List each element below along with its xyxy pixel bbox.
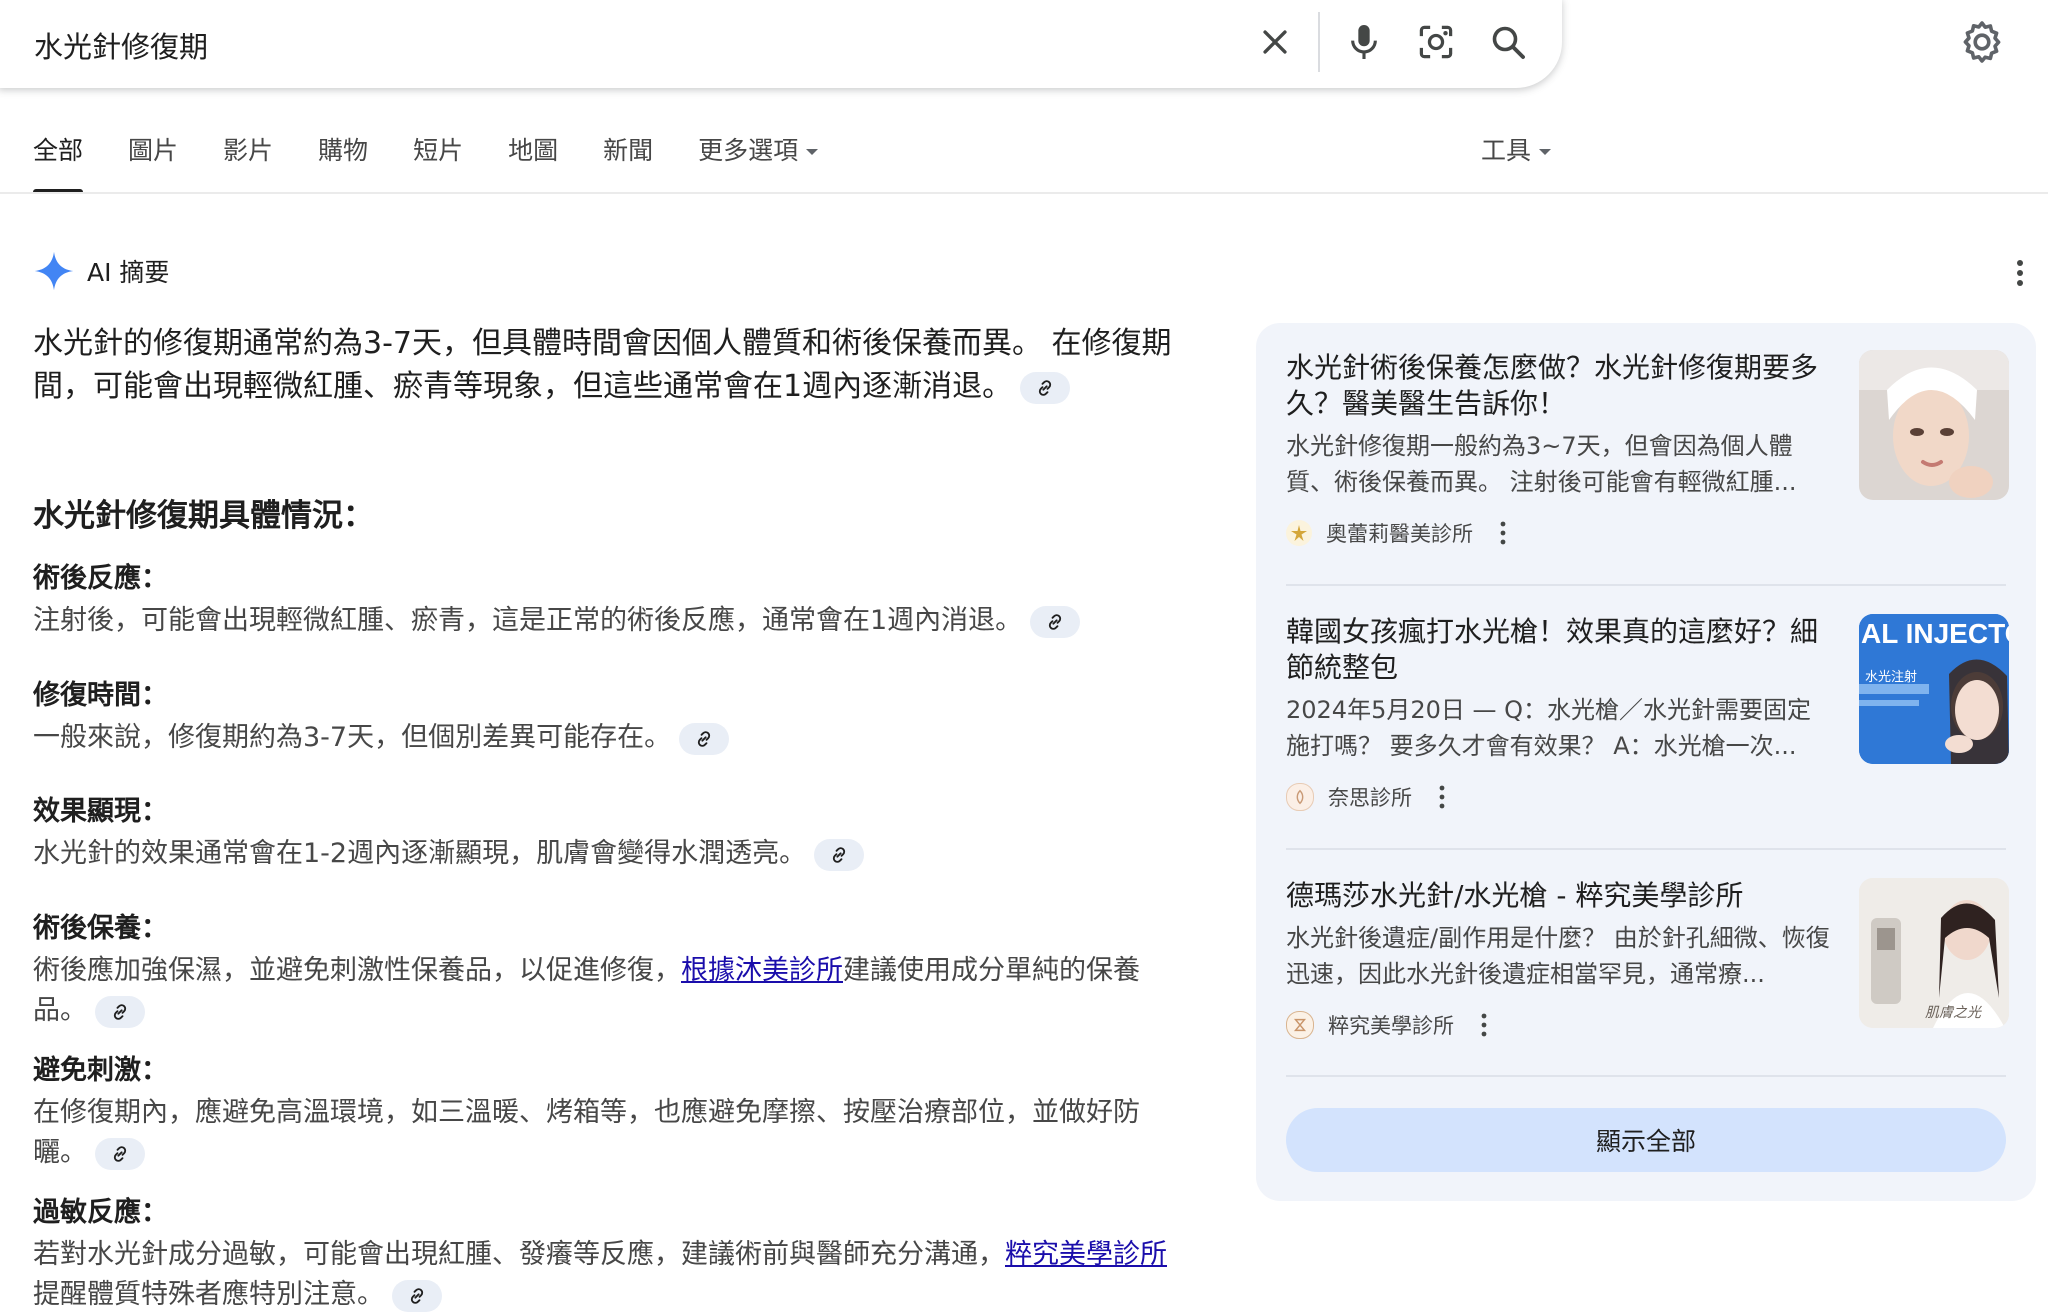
section-title: 效果顯現： bbox=[33, 796, 168, 827]
tools-label: 工具 bbox=[1481, 136, 1532, 165]
site-name: 奈思診所 bbox=[1328, 786, 1412, 810]
more-options-icon[interactable] bbox=[2010, 258, 2030, 288]
tools-button[interactable]: 工具 bbox=[1481, 134, 1552, 168]
section-body: 在修復期內，應避免高溫環境，如三溫暖、烤箱等，也應避免摩擦、按壓治療部位，並做好… bbox=[33, 1093, 1193, 1173]
caret-down-icon bbox=[1539, 149, 1552, 155]
card-divider bbox=[1286, 848, 2006, 850]
link-icon[interactable] bbox=[392, 1279, 442, 1312]
site-name: 奧蕾莉醫美診所 bbox=[1326, 522, 1473, 546]
source-link[interactable]: 粹究美學診所 bbox=[1005, 1239, 1167, 1270]
tab-images[interactable]: 圖片 bbox=[128, 134, 178, 194]
link-icon[interactable] bbox=[95, 1137, 145, 1170]
camera-lens-icon[interactable] bbox=[1412, 18, 1460, 66]
section-body: 注射後，可能會出現輕微紅腫、瘀青，這是正常的術後反應，通常會在1週內消退。 bbox=[33, 601, 1193, 641]
tab-all[interactable]: 全部 bbox=[33, 134, 84, 194]
section-title: 過敏反應： bbox=[33, 1197, 168, 1228]
card-divider bbox=[1286, 1075, 2006, 1077]
tab-shorts[interactable]: 短片 bbox=[413, 134, 463, 194]
sparkle-icon bbox=[34, 251, 74, 291]
more-options-icon[interactable] bbox=[1499, 520, 1507, 546]
section-body: 術後應加強保濕，並避免刺激性保養品，以促進修復，根據沐美診所建議使用成分單純的保… bbox=[33, 951, 1193, 1031]
search-icon[interactable] bbox=[1484, 18, 1532, 66]
microphone-icon[interactable] bbox=[1340, 18, 1388, 66]
more-options-icon[interactable] bbox=[1480, 1012, 1488, 1038]
source-title[interactable]: 德瑪莎水光針/水光槍 - 粹究美學診所 bbox=[1286, 878, 1826, 914]
search-bar-divider bbox=[1318, 12, 1320, 72]
source-meta: 粹究美學診所 bbox=[1286, 1010, 1488, 1040]
ai-section-heading: 水光針修復期具體情況： bbox=[33, 498, 374, 534]
search-bar: 水光針修復期 bbox=[0, 0, 1562, 88]
source-snippet: 2024年5月20日 — Q：水光槍／水光針需要固定施打嗎？ 要多久才會有效果？… bbox=[1286, 696, 1812, 760]
section-text: 術後應加強保濕，並避免刺激性保養品，以促進修復， bbox=[33, 955, 681, 986]
ai-overview-header: AI 摘要 bbox=[33, 250, 169, 292]
tab-videos[interactable]: 影片 bbox=[223, 134, 273, 194]
source-card[interactable]: 德瑪莎水光針/水光槍 - 粹究美學診所 水光針後遺症/副作用是什麼？ 由於針孔細… bbox=[1286, 878, 2009, 1078]
tabs-divider bbox=[0, 192, 2048, 194]
tab-news[interactable]: 新聞 bbox=[603, 134, 653, 194]
tab-more-label: 更多選項 bbox=[698, 136, 799, 165]
section-title: 避免刺激： bbox=[33, 1055, 168, 1086]
source-snippet: 水光針後遺症/副作用是什麼？ 由於針孔細微、恢復迅速，因此水光針後遺症相當罕見，… bbox=[1286, 924, 1830, 988]
source-card[interactable]: 韓國女孩瘋打水光槍！效果真的這麼好？細節統整包 2024年5月20日 — Q：水… bbox=[1286, 614, 2009, 814]
site-logo bbox=[1286, 783, 1314, 811]
card-divider bbox=[1286, 584, 2006, 586]
link-icon[interactable] bbox=[95, 995, 145, 1028]
section-body: 水光針的效果通常會在1-2週內逐漸顯現，肌膚會變得水潤透亮。 bbox=[33, 834, 1193, 874]
source-meta: 奧蕾莉醫美診所 bbox=[1286, 518, 1507, 548]
link-icon[interactable] bbox=[1030, 605, 1081, 638]
source-thumbnail[interactable] bbox=[1859, 350, 2009, 500]
source-card[interactable]: 水光針術後保養怎麼做？水光針修復期要多久？醫美醫生告訴你！ 水光針修復期一般約為… bbox=[1286, 350, 2009, 550]
ai-overview-lead: 水光針的修復期通常約為3-7天，但具體時間會因個人體質和術後保養而異。 在修復期… bbox=[33, 322, 1193, 408]
section-text: 水光針的效果通常會在1-2週內逐漸顯現，肌膚會變得水潤透亮。 bbox=[33, 838, 807, 869]
show-all-button[interactable]: 顯示全部 bbox=[1286, 1108, 2006, 1172]
section-text: 若對水光針成分過敏，可能會出現紅腫、發癢等反應，建議術前與醫師充分溝通， bbox=[33, 1239, 1005, 1270]
close-icon[interactable] bbox=[1251, 18, 1299, 66]
search-tabs: 全部 圖片 影片 購物 短片 地圖 新聞 更多選項 bbox=[33, 134, 863, 194]
site-name: 粹究美學診所 bbox=[1328, 1014, 1454, 1038]
section-text: 注射後，可能會出現輕微紅腫、瘀青，這是正常的術後反應，通常會在1週內消退。 bbox=[33, 605, 1023, 636]
section-body: 若對水光針成分過敏，可能會出現紅腫、發癢等反應，建議術前與醫師充分溝通，粹究美學… bbox=[33, 1235, 1193, 1315]
site-logo bbox=[1286, 520, 1312, 546]
source-thumbnail[interactable]: 肌膚之光 bbox=[1859, 878, 2009, 1028]
ai-overview-title: AI 摘要 bbox=[87, 258, 170, 287]
section-text: 一般來說，修復期約為3-7天，但個別差異可能存在。 bbox=[33, 722, 672, 753]
source-thumbnail[interactable]: AL INJECTO 水光注射 bbox=[1859, 614, 2009, 764]
ai-lead-text: 水光針的修復期通常約為3-7天，但具體時間會因個人體質和術後保養而異。 在修復期… bbox=[33, 326, 1172, 404]
section-body: 一般來說，修復期約為3-7天，但個別差異可能存在。 bbox=[33, 718, 1193, 758]
search-input[interactable]: 水光針修復期 bbox=[34, 24, 208, 66]
source-title[interactable]: 水光針術後保養怎麼做？水光針修復期要多久？醫美醫生告訴你！ bbox=[1286, 350, 1826, 422]
site-logo bbox=[1286, 1011, 1314, 1039]
thumbnail-text: AL INJECTO bbox=[1861, 618, 2009, 649]
gear-icon[interactable] bbox=[1958, 18, 2006, 66]
link-icon[interactable] bbox=[1020, 371, 1071, 404]
link-icon[interactable] bbox=[814, 838, 865, 871]
section-title: 術後保養： bbox=[33, 913, 168, 944]
tab-shopping[interactable]: 購物 bbox=[318, 134, 368, 194]
source-meta: 奈思診所 bbox=[1286, 782, 1446, 812]
section-text: 提醒體質特殊者應特別注意。 bbox=[33, 1279, 384, 1310]
section-title: 術後反應： bbox=[33, 563, 168, 594]
link-icon[interactable] bbox=[679, 722, 730, 755]
source-link[interactable]: 根據沐美診所 bbox=[681, 955, 843, 986]
section-title: 修復時間： bbox=[33, 680, 168, 711]
tab-maps[interactable]: 地圖 bbox=[508, 134, 558, 194]
caret-down-icon bbox=[806, 149, 819, 155]
thumbnail-subtext: 水光注射 bbox=[1865, 670, 1918, 685]
section-text: 在修復期內，應避免高溫環境，如三溫暖、烤箱等，也應避免摩擦、按壓治療部位，並做好… bbox=[33, 1097, 1140, 1168]
tab-more[interactable]: 更多選項 bbox=[698, 134, 819, 194]
source-snippet: 水光針修復期一般約為3~7天，但會因為個人體質、術後保養而異。 注射後可能會有輕… bbox=[1286, 432, 1797, 496]
source-title[interactable]: 韓國女孩瘋打水光槍！效果真的這麼好？細節統整包 bbox=[1286, 614, 1826, 686]
more-options-icon[interactable] bbox=[1438, 784, 1446, 810]
thumbnail-text: 肌膚之光 bbox=[1925, 1005, 1981, 1021]
sources-panel: 水光針術後保養怎麼做？水光針修復期要多久？醫美醫生告訴你！ 水光針修復期一般約為… bbox=[1256, 323, 2036, 1201]
